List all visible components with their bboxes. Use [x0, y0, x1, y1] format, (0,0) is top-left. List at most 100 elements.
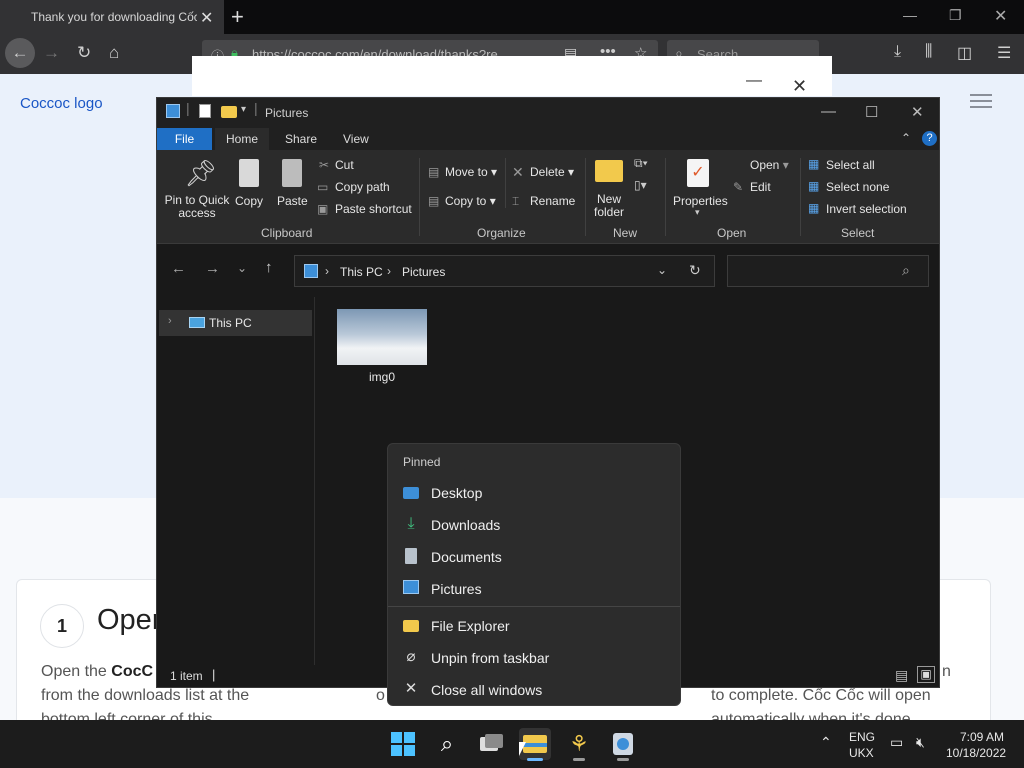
- search-field[interactable]: ⌕: [727, 255, 929, 287]
- browser-close-icon[interactable]: ✕: [994, 6, 1007, 26]
- copy-to-button[interactable]: Copy to ▾: [445, 194, 496, 208]
- browser-minimize-icon[interactable]: —: [903, 7, 917, 23]
- breadcrumb-this-pc[interactable]: This PC: [340, 265, 383, 279]
- delete-icon: ✕: [512, 164, 524, 180]
- close-icon[interactable]: ✕: [911, 103, 924, 121]
- maximize-icon[interactable]: ☐: [865, 103, 878, 121]
- hamburger-menu-icon[interactable]: [970, 94, 992, 108]
- customize-qat-icon[interactable]: ▾: [241, 104, 246, 115]
- reload-icon[interactable]: ↻: [77, 43, 91, 63]
- delete-button[interactable]: Delete ▾: [530, 165, 574, 179]
- keyboard-layout[interactable]: UKX: [849, 746, 874, 760]
- jumplist-item-desktop[interactable]: Desktop: [388, 478, 680, 508]
- nav-item-this-pc[interactable]: › This PC: [159, 310, 312, 336]
- search-taskbar-icon[interactable]: ⌕: [431, 728, 463, 760]
- library-icon[interactable]: ⫼: [925, 43, 932, 61]
- breadcrumb-chevron-icon[interactable]: ›: [387, 264, 391, 278]
- jumplist-label: Downloads: [431, 517, 501, 533]
- jumplist-item-file-explorer[interactable]: File Explorer: [388, 611, 680, 641]
- breadcrumb-chevron-icon[interactable]: ›: [325, 264, 329, 278]
- home-icon[interactable]: ⌂: [109, 43, 119, 63]
- coccoc-logo[interactable]: Coccoc logo: [20, 95, 103, 112]
- new-folder-quick-icon[interactable]: [221, 106, 237, 118]
- rename-icon: ⌶: [512, 194, 520, 208]
- jumplist-item-unpin[interactable]: ⌀ Unpin from taskbar: [388, 643, 680, 673]
- cut-button[interactable]: Cut: [335, 158, 354, 172]
- copy-path-button[interactable]: Copy path: [335, 180, 390, 194]
- breadcrumb-pictures[interactable]: Pictures: [402, 265, 445, 279]
- browser-restore-icon[interactable]: ❐: [949, 7, 962, 24]
- jumplist-label: Documents: [431, 549, 502, 565]
- forward-icon[interactable]: →: [43, 43, 60, 63]
- up-icon[interactable]: ↑: [265, 259, 273, 276]
- pictures-icon: [403, 580, 419, 594]
- browser-tab[interactable]: Thank you for downloading Cốc Cốc ✕: [0, 0, 224, 34]
- easy-access-icon[interactable]: ▯▾: [634, 178, 647, 192]
- new-folder-button[interactable]: New folder: [591, 193, 627, 219]
- tab-view[interactable]: View: [332, 128, 380, 150]
- tab-share[interactable]: Share: [274, 128, 328, 150]
- jumplist-item-downloads[interactable]: ⤓ Downloads: [388, 510, 680, 540]
- start-button[interactable]: [387, 728, 419, 760]
- show-hidden-icons-icon[interactable]: ⌃: [820, 734, 832, 751]
- paste-shortcut-button[interactable]: Paste shortcut: [335, 202, 412, 216]
- clock-date[interactable]: 10/18/2022: [946, 746, 1006, 760]
- jumplist-item-close-all[interactable]: ✕ Close all windows: [388, 675, 680, 705]
- invert-selection-button[interactable]: Invert selection: [826, 202, 907, 216]
- sidebar-icon[interactable]: ◫: [957, 43, 972, 63]
- minimize-icon[interactable]: —: [821, 103, 836, 120]
- ribbon-separator: [800, 158, 801, 236]
- copy-button[interactable]: Copy: [235, 194, 263, 208]
- collapse-ribbon-icon[interactable]: ⌃: [901, 131, 911, 145]
- desktop-icon: [403, 487, 419, 499]
- help-icon[interactable]: ?: [922, 131, 937, 146]
- pin-to-quick-access-button[interactable]: Pin to Quick access: [162, 194, 232, 220]
- volume-muted-icon[interactable]: 🔇︎: [916, 734, 925, 751]
- jumplist-label: Desktop: [431, 485, 483, 501]
- dialog-minimize-icon[interactable]: —: [746, 72, 762, 90]
- large-icons-view-icon[interactable]: ▣: [917, 666, 935, 683]
- open-button[interactable]: Open ▾: [750, 158, 789, 172]
- properties-button[interactable]: Properties: [673, 194, 728, 208]
- expand-chevron-icon[interactable]: ›: [168, 315, 172, 327]
- installer-app-icon[interactable]: [607, 728, 639, 761]
- image-thumbnail[interactable]: [337, 309, 427, 365]
- back-icon[interactable]: ←: [171, 260, 186, 277]
- tab-close-icon[interactable]: ✕: [200, 8, 213, 28]
- select-none-button[interactable]: Select none: [826, 180, 889, 194]
- details-view-icon[interactable]: ▤: [895, 667, 908, 684]
- coccoc-browser-icon[interactable]: ⚘: [563, 728, 595, 761]
- edit-button[interactable]: Edit: [750, 180, 771, 194]
- jumplist-item-documents[interactable]: Documents: [388, 542, 680, 572]
- back-button[interactable]: ←: [5, 38, 35, 68]
- downloads-icon[interactable]: ⤓: [894, 43, 901, 61]
- address-dropdown-icon[interactable]: ⌄: [657, 263, 667, 277]
- forward-icon[interactable]: →: [205, 260, 220, 277]
- new-tab-icon[interactable]: +: [231, 4, 244, 30]
- move-to-button[interactable]: Move to ▾: [445, 165, 497, 179]
- properties-quick-icon[interactable]: [199, 104, 211, 118]
- tab-home[interactable]: Home: [215, 128, 270, 150]
- dialog-close-icon[interactable]: ✕: [792, 76, 807, 97]
- group-label-organize: Organize: [477, 226, 526, 240]
- input-language[interactable]: ENG: [849, 730, 875, 744]
- task-view-icon[interactable]: [475, 728, 507, 760]
- pictures-location-icon: [304, 264, 318, 278]
- address-bar[interactable]: › This PC › Pictures ⌄ ↻: [294, 255, 715, 287]
- rename-button[interactable]: Rename: [530, 194, 575, 208]
- ribbon-separator: [419, 158, 420, 236]
- refresh-icon[interactable]: ↻: [689, 262, 701, 279]
- tab-file[interactable]: File: [157, 128, 212, 150]
- group-label-select: Select: [841, 226, 875, 240]
- menu-icon[interactable]: ☰: [997, 43, 1011, 63]
- recent-locations-icon[interactable]: ⌄: [237, 261, 247, 275]
- select-all-button[interactable]: Select all: [826, 158, 875, 172]
- paste-button[interactable]: Paste: [277, 194, 308, 208]
- network-icon[interactable]: ▭: [890, 734, 903, 751]
- new-item-icon[interactable]: ⧉▾: [634, 156, 648, 171]
- properties-dropdown-icon[interactable]: ▾: [695, 207, 700, 218]
- jumplist-item-pictures[interactable]: Pictures: [388, 574, 680, 604]
- unpin-icon: ⌀: [406, 648, 416, 665]
- edit-icon: ✎: [733, 180, 744, 194]
- clock-time[interactable]: 7:09 AM: [960, 730, 1004, 744]
